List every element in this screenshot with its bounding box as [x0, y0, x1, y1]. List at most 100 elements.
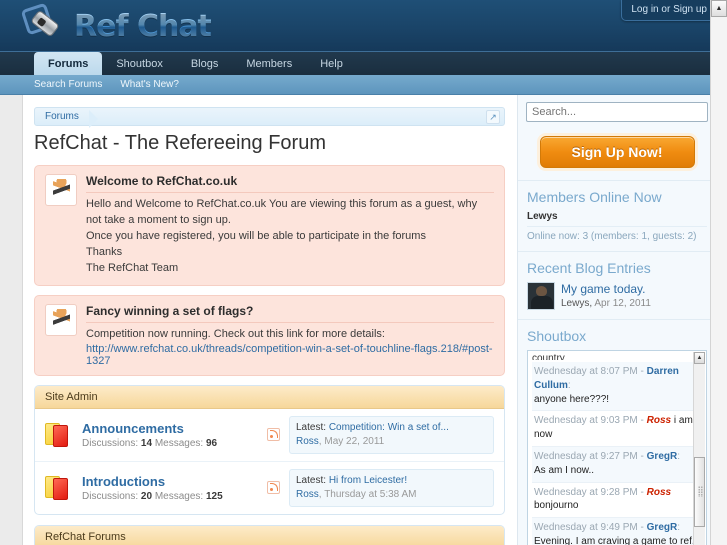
shoutbox-block: Shoutbox country Wednesday at 8:07 PM - … — [518, 319, 716, 545]
discussions-count: 20 — [140, 490, 153, 502]
shout-message: Wednesday at 8:07 PM - Darren Cullum: an… — [532, 362, 702, 412]
forum-cards-icon — [45, 421, 73, 449]
latest-date: May 22, 2011 — [324, 435, 385, 447]
blog-entries-title: Recent Blog Entries — [527, 260, 651, 276]
messages-label: Messages: — [154, 437, 204, 449]
tab-shoutbox[interactable]: Shoutbox — [102, 52, 176, 75]
latest-thread-link[interactable]: Competition: Win a set of... — [329, 422, 449, 433]
tab-blogs[interactable]: Blogs — [177, 52, 233, 75]
discussions-label: Discussions: — [82, 437, 139, 449]
forum-node[interactable]: Introductions Discussions: 20 Messages: … — [35, 462, 504, 514]
recent-blog-entries-block: Recent Blog Entries My game today. Lewys… — [518, 251, 716, 319]
shout-user[interactable]: Ross — [647, 415, 671, 426]
subnav-search-forums[interactable]: Search Forums — [34, 79, 102, 90]
avatar — [527, 282, 555, 310]
shout-user[interactable]: GregR — [647, 522, 678, 533]
shoutbox-cut-line: country — [532, 353, 565, 360]
sidebar-search — [518, 95, 716, 130]
last-post: Latest: Hi from Leicester! Ross, Thursda… — [289, 468, 494, 507]
shout-user[interactable]: Ross — [647, 487, 671, 498]
shout-text: anyone here???! — [534, 393, 610, 405]
forum-cards-icon — [45, 474, 73, 502]
site-header: Ref Chat Log in or Sign up — [0, 0, 727, 51]
notice-title: Welcome to RefChat.co.uk — [86, 174, 494, 193]
tab-help[interactable]: Help — [306, 52, 357, 75]
shout-message: Wednesday at 9:03 PM - Ross i am now — [532, 411, 702, 447]
forum-stats: Discussions: 20 Messages: 125 — [82, 491, 258, 502]
breadcrumb-item-forums[interactable]: Forums — [35, 110, 98, 128]
blog-entry-author[interactable]: Lewys, — [561, 298, 592, 309]
forum-stats: Discussions: 14 Messages: 96 — [82, 438, 258, 449]
last-post: Latest: Competition: Win a set of... Ros… — [289, 415, 494, 454]
tab-members[interactable]: Members — [232, 52, 306, 75]
browser-viewport: Ref Chat Log in or Sign up Forums Shoutb… — [0, 0, 727, 545]
rss-icon[interactable] — [267, 481, 280, 495]
forum-title[interactable]: Introductions — [82, 474, 258, 489]
sidebar: Sign Up Now! Members Online Now Lewys On… — [517, 95, 716, 545]
notice-title: Fancy winning a set of flags? — [86, 304, 494, 323]
expand-icon[interactable]: ↗ — [486, 110, 500, 124]
page-body: Forums ↗ RefChat - The Refereeing Forum … — [0, 95, 727, 545]
browser-scrollbar[interactable]: ▲ — [710, 0, 727, 545]
notice-link[interactable]: http://www.refchat.co.uk/threads/competi… — [86, 343, 493, 367]
logo-text: Ref Chat — [74, 8, 212, 44]
main-navigation: Forums Shoutbox Blogs Members Help — [0, 51, 727, 75]
shout-message: Wednesday at 9:49 PM - GregR: Evening. I… — [532, 518, 702, 545]
scrollbar-track[interactable] — [711, 17, 727, 545]
category-refchat-forums: RefChat Forums New Referees Discussions:… — [34, 524, 505, 545]
shout-time: Wednesday at 9:27 PM - — [534, 450, 647, 462]
shoutbox-scrollbar[interactable]: ▲ — [693, 352, 705, 545]
notice-text: Hello and Welcome to RefChat.co.uk You a… — [86, 198, 478, 274]
notice-welcome: Welcome to RefChat.co.uk Hello and Welco… — [34, 165, 505, 286]
sub-navigation: Search Forums What's New? — [0, 75, 727, 95]
scroll-up-icon[interactable]: ▲ — [694, 352, 705, 364]
subnav-whats-new[interactable]: What's New? — [120, 79, 179, 90]
notice-avatar-icon — [45, 303, 77, 336]
scrollbar-thumb[interactable] — [694, 457, 705, 527]
category-site-admin: Site Admin Announcements Discussions: 14… — [34, 384, 505, 515]
forum-title[interactable]: Announcements — [82, 421, 258, 436]
members-online-title: Members Online Now — [527, 189, 662, 205]
shout-sep: : — [567, 379, 571, 391]
shoutbox-title: Shoutbox — [527, 328, 587, 344]
latest-author-link[interactable]: Ross — [296, 489, 319, 500]
shout-sep: : — [677, 522, 680, 534]
blog-entry-title[interactable]: My game today. — [561, 282, 651, 296]
online-member-link[interactable]: Lewys — [527, 211, 707, 227]
sign-up-button[interactable]: Sign Up Now! — [539, 136, 695, 168]
shout-time: Wednesday at 9:49 PM - — [534, 522, 647, 534]
main-column: Forums ↗ RefChat - The Refereeing Forum … — [22, 95, 517, 545]
latest-label: Latest: — [296, 474, 327, 486]
rss-icon[interactable] — [267, 428, 280, 442]
shout-message: Wednesday at 9:28 PM - Ross bonjourno — [532, 483, 702, 519]
breadcrumb: Forums ↗ — [34, 107, 505, 128]
online-counts: Online now: 3 (members: 1, guests: 2) — [527, 231, 697, 242]
forum-node[interactable]: Announcements Discussions: 14 Messages: … — [35, 409, 504, 462]
shout-message: Wednesday at 9:27 PM - GregR: As am I no… — [532, 446, 702, 483]
members-online-block: Members Online Now Lewys Online now: 3 (… — [518, 180, 716, 251]
discussions-label: Discussions: — [82, 490, 139, 502]
latest-thread-link[interactable]: Hi from Leicester! — [329, 475, 407, 486]
shout-text: Evening. I am craving a game to ref, bee… — [534, 535, 695, 545]
shoutbox-list[interactable]: country Wednesday at 8:07 PM - Darren Cu… — [527, 350, 707, 545]
site-logo[interactable]: Ref Chat — [20, 2, 212, 48]
notice-text: Competition now running. Check out this … — [86, 327, 385, 340]
shout-sep: : — [677, 450, 680, 462]
login-signup-button[interactable]: Log in or Sign up — [621, 0, 717, 21]
latest-date: Thursday at 5:38 AM — [324, 488, 417, 500]
shout-time: Wednesday at 8:07 PM - — [534, 366, 647, 377]
blog-entry[interactable]: My game today. Lewys, Apr 12, 2011 — [527, 282, 707, 310]
latest-author-link[interactable]: Ross — [296, 436, 319, 447]
page-title: RefChat - The Refereeing Forum — [34, 132, 326, 154]
shout-text: bonjourno — [534, 500, 579, 512]
tab-forums[interactable]: Forums — [34, 52, 103, 75]
notice-competition: Fancy winning a set of flags? Competitio… — [34, 294, 505, 376]
shout-time: Wednesday at 9:28 PM - — [534, 486, 647, 498]
messages-label: Messages: — [154, 490, 204, 502]
scroll-up-icon[interactable]: ▲ — [711, 0, 727, 17]
blog-entry-date: Apr 12, 2011 — [594, 298, 651, 309]
shout-user[interactable]: GregR — [647, 451, 678, 462]
messages-count: 125 — [205, 490, 223, 502]
category-title: RefChat Forums — [35, 525, 504, 545]
search-input[interactable] — [526, 102, 708, 122]
